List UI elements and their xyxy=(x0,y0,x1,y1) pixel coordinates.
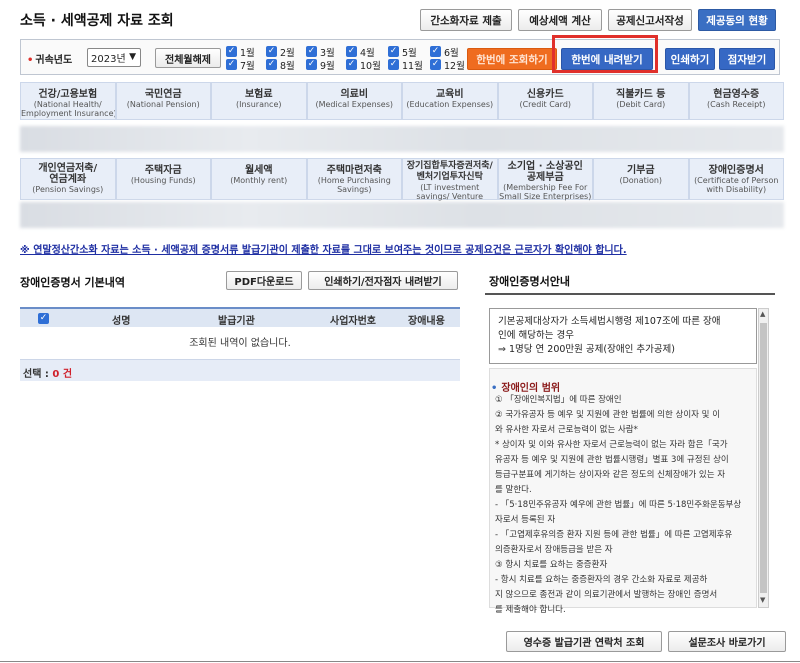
category-housing-funds[interactable]: 주택자금 (Housing Funds) xyxy=(115,158,211,200)
pdf-download-button[interactable]: PDF다운로드 xyxy=(226,271,302,290)
divider xyxy=(485,293,775,295)
month-3-checkbox[interactable]: ✓ 3월 xyxy=(306,45,335,59)
scroll-up-icon[interactable]: ▲ xyxy=(760,310,765,318)
guide-scrollbar[interactable]: ▲ ▼ xyxy=(758,308,769,608)
month-1-checkbox[interactable]: ✓ 1월 xyxy=(226,45,255,59)
column-disability: 장애내용 xyxy=(408,316,445,327)
view-all-button[interactable]: 한번에 조회하기 xyxy=(467,48,557,70)
month-4-checkbox[interactable]: ✓ 4월 xyxy=(346,45,375,59)
empty-message: 조회된 내역이 없습니다. xyxy=(189,338,291,349)
issuer-contact-button[interactable]: 영수증 발급기관 연락처 조회 xyxy=(506,631,662,652)
month-7-checkbox[interactable]: ✓ 7월 xyxy=(226,58,255,72)
checkbox-checked-icon: ✓ xyxy=(388,59,399,70)
checkbox-checked-icon: ✓ xyxy=(430,59,441,70)
checkbox-checked-icon: ✓ xyxy=(306,46,317,57)
category-insurance[interactable]: 보험료 (Insurance) xyxy=(211,82,307,120)
checkbox-checked-icon: ✓ xyxy=(388,46,399,57)
checkbox-checked-icon: ✓ xyxy=(430,46,441,57)
category-donation[interactable]: 기부금 (Donation) xyxy=(593,158,689,200)
selection-count: 0 건 xyxy=(52,369,73,380)
table-header: ✓ 성명 발급기관 사업자번호 장애내용 xyxy=(20,307,460,327)
checkbox-checked-icon: ✓ xyxy=(306,59,317,70)
month-8-checkbox[interactable]: ✓ 8월 xyxy=(266,58,295,72)
right-section-title: 장애인증명서안내 xyxy=(489,275,570,288)
category-debit-card[interactable]: 직불카드 등 (Debit Card) xyxy=(593,82,689,120)
left-section-title: 장애인증명서 기본내역 xyxy=(20,276,126,289)
category-national-pension[interactable]: 국민연금 (National Pension) xyxy=(115,82,211,120)
category-monthly-rent[interactable]: 월세액 (Monthly rent) xyxy=(211,158,307,200)
checkbox-checked-icon: ✓ xyxy=(226,46,237,57)
checkbox-checked-icon: ✓ xyxy=(346,46,357,57)
survey-button[interactable]: 설문조사 바로가기 xyxy=(668,631,786,652)
checkbox-checked-icon: ✓ xyxy=(346,59,357,70)
category-medical[interactable]: 의료비 (Medical Expenses) xyxy=(306,82,402,120)
blurred-amount-row xyxy=(20,126,784,152)
month-2-checkbox[interactable]: ✓ 2월 xyxy=(266,45,295,59)
submit-simplified-data-button[interactable]: 간소화자료 제출 xyxy=(420,9,512,31)
month-6-checkbox[interactable]: ✓ 6월 xyxy=(430,45,459,59)
checkbox-checked-icon: ✓ xyxy=(226,59,237,70)
category-cash-receipt[interactable]: 현금영수증 (Cash Receipt) xyxy=(688,82,784,120)
selection-bar: 선택 : 0 건 xyxy=(20,359,460,381)
category-home-purchasing[interactable]: 주택마련저축 (Home Purchasing Savings) xyxy=(306,158,402,200)
scroll-thumb[interactable] xyxy=(760,323,767,593)
highlight-frame xyxy=(552,35,658,73)
year-label: • 귀속년도 xyxy=(27,55,73,66)
category-education[interactable]: 교육비 (Education Expenses) xyxy=(402,82,498,120)
guide-body: ① 「장애인복지법」에 따른 장애인 ② 국가유공자 등 예우 및 지원에 관한… xyxy=(495,395,742,615)
category-small-enterprise[interactable]: 소기업 · 소상공인 공제부금 (Membership Fee For Small … xyxy=(497,158,593,201)
month-12-checkbox[interactable]: ✓ 12월 xyxy=(430,58,465,72)
checkbox-checked-icon: ✓ xyxy=(266,46,277,57)
scroll-down-icon[interactable]: ▼ xyxy=(760,596,765,604)
month-checkboxes: ✓ 1월 ✓ 2월 ✓ 3월 ✓ 4월 ✓ 5월 ✓ 6월 ✓ 7월 ✓ 8월 ✓ 9월 ✓ 10월… xyxy=(226,43,466,73)
selection-label: 선택 : 0 건 xyxy=(23,369,73,380)
deduction-report-button[interactable]: 공제신고서작성 xyxy=(608,9,692,31)
blurred-amount-row xyxy=(20,202,784,228)
year-month-bar: • 귀속년도 2023년 ▼ 전체월해제 ✓ 1월 ✓ 2월 ✓ 3월 ✓ 4월 ✓ 5월 ✓… xyxy=(20,39,780,75)
category-credit-card[interactable]: 신용카드 (Credit Card) xyxy=(497,82,593,120)
print-button[interactable]: 인쇄하기 xyxy=(665,48,715,70)
category-grid: 건강/고용보험 (National Health/Employment Insur… xyxy=(20,82,784,228)
chevron-down-icon: ▼ xyxy=(129,52,136,62)
month-11-checkbox[interactable]: ✓ 11월 xyxy=(388,58,423,72)
column-issuer: 발급기관 xyxy=(218,316,255,327)
consent-status-button[interactable]: 제공동의 현황 xyxy=(698,9,776,31)
page-title: 소득 · 세액공제 자료 조회 xyxy=(20,13,174,29)
category-disability-certificate[interactable]: 장애인증명서 (Certificate of Person with Disabi… xyxy=(688,158,784,200)
checkbox-checked-icon: ✓ xyxy=(266,59,277,70)
estimate-tax-button[interactable]: 예상세액 계산 xyxy=(518,9,602,31)
column-business-number: 사업자번호 xyxy=(330,316,376,327)
print-braille-download-button[interactable]: 인쇄하기/전자점자 내려받기 xyxy=(308,271,458,290)
range-title: • 장애인의 범위 xyxy=(491,383,561,394)
category-lt-investment[interactable]: 장기집합투자증권저축/벤처기업투자신탁 (LT investment saving… xyxy=(402,158,498,201)
select-all-checkbox[interactable]: ✓ xyxy=(38,313,49,324)
info-box: 기본공제대상자가 소득세법시행령 제107조에 따른 장애 인에 해당하는 경우… xyxy=(489,308,757,364)
category-health-insurance[interactable]: 건강/고용보험 (National Health/Employment Insur… xyxy=(20,82,116,120)
month-5-checkbox[interactable]: ✓ 5월 xyxy=(388,45,417,59)
braille-button[interactable]: 점자받기 xyxy=(719,48,775,70)
year-select[interactable]: 2023년 ▼ xyxy=(87,48,141,67)
notice-link[interactable]: ※ 연말정산간소화 자료는 소득 · 세액공제 증명서류 발급기관이 제출한 자… xyxy=(20,241,627,256)
clear-all-months-button[interactable]: 전체월해제 xyxy=(155,48,221,68)
category-pension-savings[interactable]: 개인연금저축/연금계좌 (Pension Savings) xyxy=(20,158,116,200)
top-bar: 소득 · 세액공제 자료 조회 간소화자료 제출 예상세액 계산 공제신고서작성… xyxy=(0,0,800,34)
month-9-checkbox[interactable]: ✓ 9월 xyxy=(306,58,335,72)
footer-divider xyxy=(0,661,800,662)
month-10-checkbox[interactable]: ✓ 10월 xyxy=(346,58,381,72)
column-name: 성명 xyxy=(112,316,131,327)
